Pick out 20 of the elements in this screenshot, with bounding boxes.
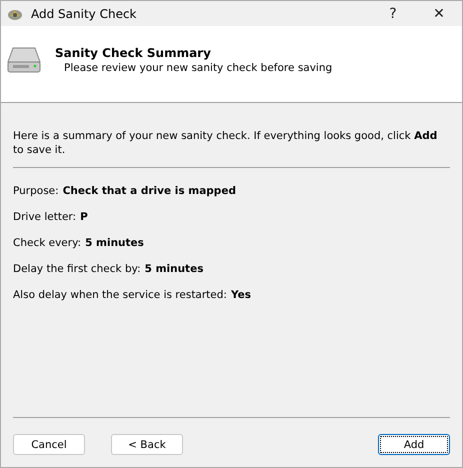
field-label: Also delay when the service is restarted:	[13, 289, 227, 303]
field-value: Yes	[230, 289, 251, 303]
dialog-button[interactable]: < Back	[111, 434, 183, 455]
header-title: Sanity Check Summary	[55, 46, 212, 60]
field-value: Check that a drive is mapped	[62, 185, 236, 199]
dialog-button[interactable]: Cancel	[13, 434, 85, 455]
field-value: 5 minutes	[85, 237, 144, 251]
header-subtitle: Please review your new sanity check before saving	[64, 62, 332, 74]
field-label: Drive letter:	[13, 211, 76, 225]
field-label: Check every:	[13, 237, 82, 251]
help-button[interactable]: ?	[370, 1, 416, 26]
field-value: 5 minutes	[144, 263, 204, 277]
close-button[interactable]: ✕	[416, 1, 462, 26]
drive-icon	[7, 46, 41, 74]
field-value: P	[80, 211, 88, 225]
field-label: Purpose:	[13, 185, 59, 199]
dialog-button[interactable]: Add	[378, 434, 450, 455]
intro-text: Here is a summary of your new sanity check. If everything looks good, click Add to save it.	[13, 129, 438, 157]
window-title: Add Sanity Check	[31, 6, 136, 20]
field-label: Delay the first check by:	[13, 263, 141, 277]
